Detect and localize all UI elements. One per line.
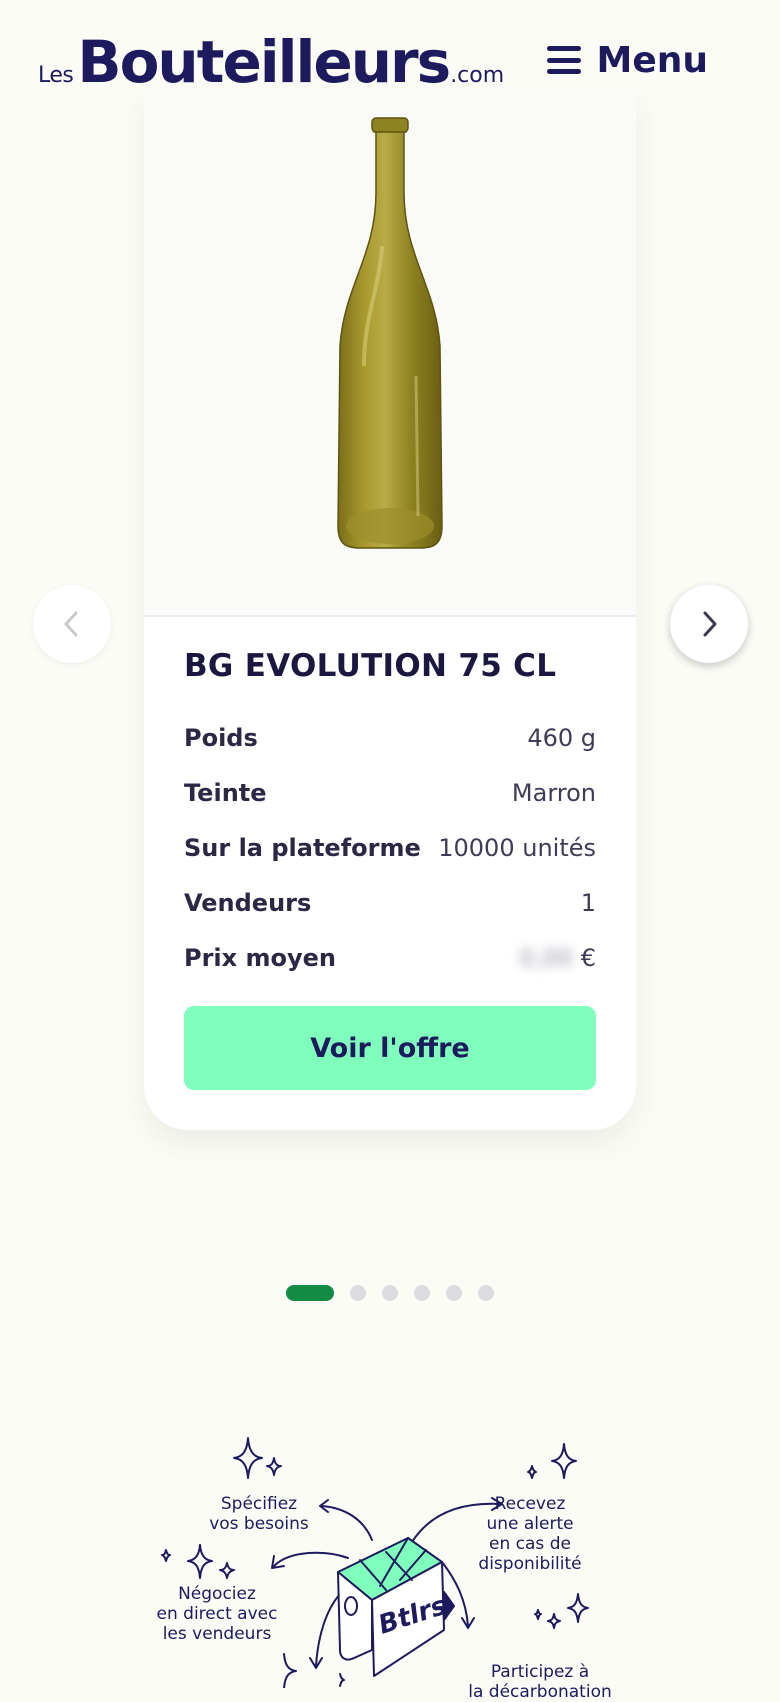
spec-value: 0,00 € (519, 944, 596, 972)
sparkle-icon (266, 1457, 282, 1476)
carousel-dot[interactable] (350, 1285, 366, 1301)
sparkle-icon (161, 1549, 171, 1562)
menu-label: Menu (596, 39, 709, 81)
hamburger-icon (546, 46, 581, 74)
how-it-works-illustration: Btlrs Spécifiez vos besoins Recevez une … (150, 1430, 630, 1702)
sparkle-icon (527, 1465, 537, 1479)
currency-symbol: € (580, 943, 596, 972)
spec-value: 1 (580, 888, 596, 917)
wine-bottle-image (337, 117, 443, 549)
chevron-right-icon (703, 611, 717, 637)
spec-label: Prix moyen (184, 943, 336, 972)
spec-row-price: Prix moyen 0,00 € (184, 930, 596, 985)
spec-value: 10000 unités (438, 833, 596, 862)
logo-domain: .com (450, 63, 505, 88)
spec-label: Vendeurs (184, 888, 312, 917)
product-image (144, 90, 636, 615)
hidden-price: 0,00 (519, 943, 573, 972)
spec-row-sellers: Vendeurs 1 (184, 875, 596, 930)
sparkle-icon (283, 1653, 297, 1688)
spec-label: Teinte (184, 778, 267, 807)
label-participate: Participez à la décarbonation (468, 1662, 612, 1702)
spec-label: Sur la plateforme (184, 833, 421, 862)
chevron-left-icon (64, 611, 78, 637)
spec-label: Poids (184, 723, 258, 752)
product-card: BG EVOLUTION 75 CL Poids 460 g Teinte Ma… (144, 90, 636, 1130)
sparkle-icon (219, 1562, 235, 1579)
sparkle-icon (567, 1593, 589, 1623)
sparkle-icon (534, 1609, 542, 1620)
spec-value: Marron (511, 778, 596, 807)
carousel-next-button[interactable] (670, 585, 748, 663)
label-negotiate: Négociez en direct avec les vendeurs (156, 1584, 278, 1644)
carousel-dot[interactable] (382, 1285, 398, 1301)
logo-prefix: Les (38, 63, 74, 88)
label-alert: Recevez une alerte en cas de disponibili… (478, 1494, 582, 1574)
carousel-prev-button[interactable] (33, 585, 111, 663)
sparkle-icon (339, 1673, 345, 1687)
carousel-pagination (286, 1285, 494, 1301)
spec-row-stock: Sur la plateforme 10000 unités (184, 820, 596, 875)
site-logo[interactable]: LesBouteilleurs.com (38, 28, 504, 96)
sparkle-icon (547, 1613, 561, 1629)
logo-wordmark: Bouteilleurs (77, 28, 451, 96)
sparkle-icon (233, 1437, 263, 1479)
carousel-dot[interactable] (446, 1285, 462, 1301)
spec-value: 460 g (527, 723, 596, 752)
carousel-dot[interactable] (478, 1285, 494, 1301)
carousel-dot-active[interactable] (286, 1285, 334, 1301)
sparkle-icon (187, 1544, 213, 1579)
spec-row-weight: Poids 460 g (184, 710, 596, 765)
label-specify: Spécifiez vos besoins (209, 1494, 309, 1534)
spec-list: Poids 460 g Teinte Marron Sur la platefo… (184, 710, 596, 985)
product-title: BG EVOLUTION 75 CL (184, 648, 557, 684)
menu-button[interactable]: Menu (546, 38, 709, 82)
card-divider (144, 615, 636, 617)
spec-row-tint: Teinte Marron (184, 765, 596, 820)
view-offer-button[interactable]: Voir l'offre (184, 1006, 596, 1090)
carousel-dot[interactable] (414, 1285, 430, 1301)
sparkle-icon (551, 1443, 577, 1479)
